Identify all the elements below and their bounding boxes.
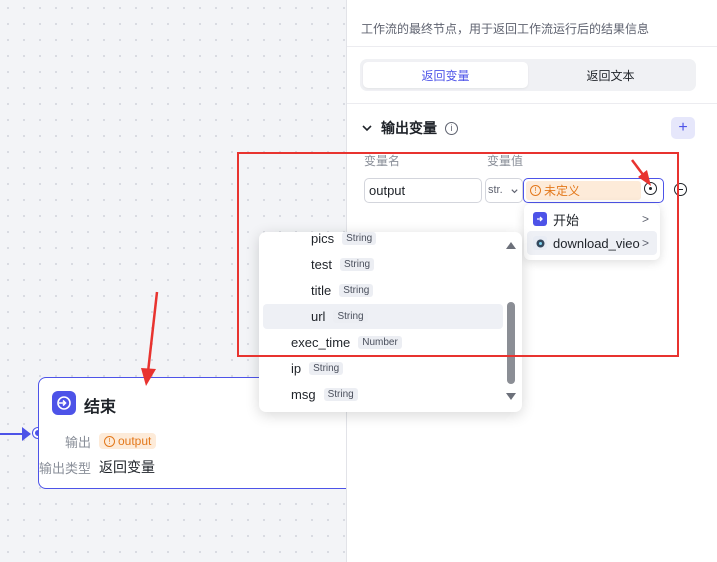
column-label-name: 变量名 xyxy=(364,154,401,168)
value-type-select[interactable]: str. xyxy=(485,178,523,203)
node-select-menu: 开始 > download_vieo > xyxy=(524,204,660,260)
return-mode-switch: 返回变量 返回文本 xyxy=(360,59,696,91)
output-variables-header[interactable]: 输出变量 i xyxy=(361,118,458,138)
variable-value-input[interactable]: ! 未定义 xyxy=(523,178,664,203)
panel-description: 工作流的最终节点，用于返回工作流运行后的结果信息 xyxy=(361,22,650,36)
node-option-label: 开始 xyxy=(553,212,580,228)
undefined-value-tag: ! 未定义 xyxy=(526,181,641,200)
divider xyxy=(347,103,717,104)
variable-type-badge: String xyxy=(339,284,374,297)
variable-option-ip[interactable]: ip String xyxy=(263,356,503,381)
output-label: 输出 xyxy=(64,434,91,450)
end-node-icon xyxy=(52,391,76,415)
variable-option-test[interactable]: test String xyxy=(263,252,503,277)
node-title: 结束 xyxy=(84,399,117,416)
variable-option-exec-time[interactable]: exec_time Number xyxy=(263,330,503,355)
variable-option-name: test xyxy=(311,257,332,272)
variable-type-badge: String xyxy=(309,362,344,375)
warning-icon: ! xyxy=(530,185,541,196)
variable-option-name: title xyxy=(311,283,332,298)
info-icon[interactable]: i xyxy=(445,121,458,135)
variable-option-name: url xyxy=(311,309,326,324)
remove-variable-icon[interactable] xyxy=(674,183,687,196)
variable-name-input[interactable]: output xyxy=(364,178,482,203)
start-node-icon xyxy=(533,212,547,226)
undefined-value-label: 未定义 xyxy=(544,184,581,198)
variable-option-name: pics xyxy=(311,232,335,246)
warning-icon: ! xyxy=(104,435,115,447)
tab-return-variable[interactable]: 返回变量 xyxy=(363,62,528,88)
scrollbar-thumb[interactable] xyxy=(507,302,515,384)
variable-option-name: ip xyxy=(291,361,302,376)
node-option-start[interactable]: 开始 > xyxy=(527,207,657,231)
column-label-value: 变量值 xyxy=(487,154,524,168)
add-variable-button[interactable]: + xyxy=(671,117,695,139)
output-type-value: 返回变量 xyxy=(99,459,155,475)
variable-option-url[interactable]: url String xyxy=(263,304,503,329)
variable-type-badge: String xyxy=(333,310,368,323)
variable-type-badge: String xyxy=(339,258,375,271)
scroll-up-icon[interactable] xyxy=(506,242,516,249)
variable-select-dropdown: pics String test String title String url… xyxy=(259,232,522,412)
variable-type-badge: String xyxy=(342,232,377,245)
plugin-node-icon xyxy=(533,236,547,250)
tab-return-text[interactable]: 返回文本 xyxy=(528,62,693,88)
output-variable-tag: ! output xyxy=(99,433,157,449)
variable-type-badge: Number xyxy=(358,336,402,349)
divider xyxy=(347,46,717,47)
chevron-right-icon: > xyxy=(641,236,649,250)
section-title: 输出变量 xyxy=(381,120,437,136)
variable-option-name: exec_time xyxy=(291,335,351,350)
output-type-label: 输出类型 xyxy=(39,460,92,476)
chevron-right-icon: > xyxy=(641,212,649,226)
edge-arrow-icon xyxy=(22,427,31,441)
variable-option-name: msg xyxy=(291,387,316,402)
reference-picker-icon[interactable] xyxy=(644,182,657,195)
node-option-download-vieo[interactable]: download_vieo > xyxy=(527,231,657,255)
variable-type-badge: String xyxy=(323,388,358,401)
variable-option-pics[interactable]: pics String xyxy=(263,232,503,251)
variable-option-title[interactable]: title String xyxy=(263,278,503,303)
value-type-label: str. xyxy=(488,184,503,196)
variable-option-msg[interactable]: msg String xyxy=(263,382,503,407)
node-option-label: download_vieo xyxy=(553,235,640,251)
chevron-down-icon xyxy=(511,189,518,194)
chevron-down-icon[interactable] xyxy=(361,122,373,134)
output-variable-name: output xyxy=(118,434,152,448)
scroll-down-icon[interactable] xyxy=(506,393,516,400)
